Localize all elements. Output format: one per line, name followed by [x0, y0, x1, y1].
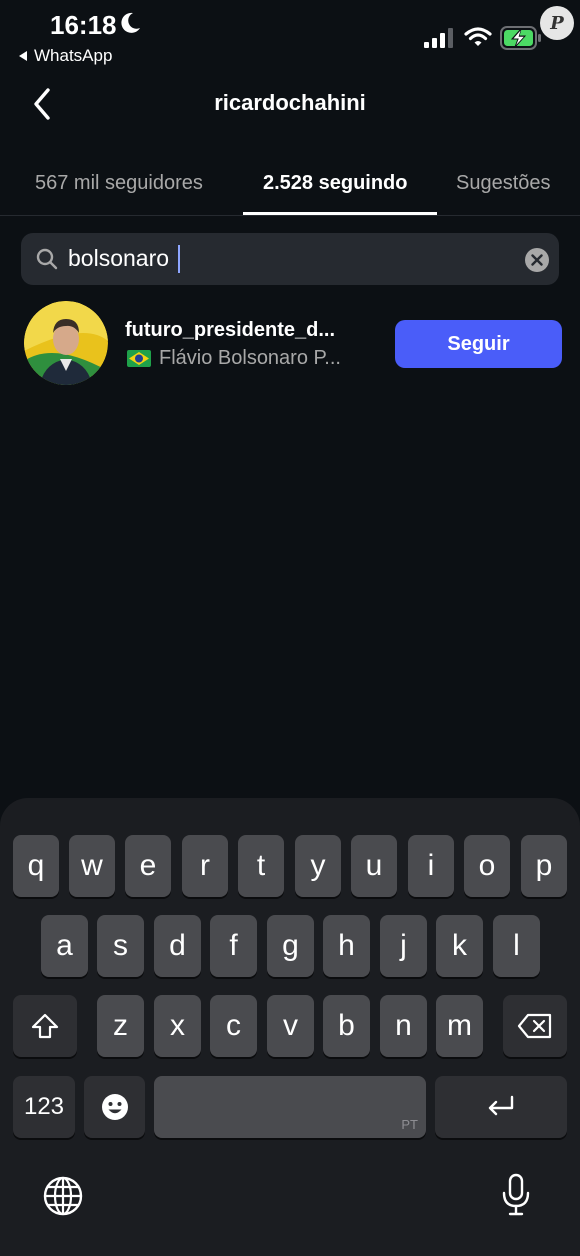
key-x[interactable]: x — [154, 995, 201, 1057]
key-b[interactable]: b — [323, 995, 370, 1057]
battery-charging-icon — [500, 26, 541, 50]
result-fullname: Flávio Bolsonaro P... — [159, 347, 341, 369]
key-c[interactable]: c — [210, 995, 257, 1057]
page-title: ricardochahini — [214, 90, 366, 115]
key-i[interactable]: i — [408, 835, 454, 897]
globe-icon[interactable] — [42, 1175, 84, 1217]
result-username[interactable]: futuro_presidente_d... — [125, 319, 335, 342]
emoji-icon — [101, 1094, 128, 1120]
backspace-key[interactable] — [503, 995, 567, 1057]
back-app-label: WhatsApp — [34, 46, 113, 65]
cellular-signal-icon — [424, 28, 453, 48]
back-triangle-icon — [19, 51, 27, 61]
search-input-value[interactable]: bolsonaro — [68, 245, 169, 272]
shift-key[interactable] — [13, 995, 77, 1057]
keyboard: q w e r t y u i o p a s d f g h j k l z … — [0, 798, 580, 1256]
key-v[interactable]: v — [267, 995, 314, 1057]
search-icon — [36, 248, 58, 270]
key-y[interactable]: y — [295, 835, 341, 897]
key-e[interactable]: e — [125, 835, 171, 897]
key-n[interactable]: n — [380, 995, 427, 1057]
avatar[interactable] — [24, 301, 108, 385]
key-t[interactable]: t — [238, 835, 284, 897]
return-key[interactable] — [435, 1076, 567, 1138]
moon-icon — [121, 12, 140, 33]
status-time: 16:18 — [50, 10, 117, 40]
space-key[interactable]: PT — [154, 1076, 426, 1138]
shift-icon — [31, 1013, 59, 1039]
key-o[interactable]: o — [464, 835, 510, 897]
result-fullname-row: Flávio Bolsonaro P... — [127, 347, 341, 370]
key-g[interactable]: g — [267, 915, 314, 977]
key-w[interactable]: w — [69, 835, 115, 897]
microphone-icon[interactable] — [500, 1173, 532, 1217]
back-to-app-link[interactable]: WhatsApp — [18, 46, 112, 66]
key-a[interactable]: a — [41, 915, 88, 977]
key-m[interactable]: m — [436, 995, 483, 1057]
key-p[interactable]: p — [521, 835, 567, 897]
key-u[interactable]: u — [351, 835, 397, 897]
key-r[interactable]: r — [182, 835, 228, 897]
follow-button[interactable]: Seguir — [395, 320, 562, 368]
text-cursor — [178, 245, 180, 273]
key-q[interactable]: q — [13, 835, 59, 897]
key-s[interactable]: s — [97, 915, 144, 977]
tab-suggestions[interactable]: Sugestões — [456, 172, 551, 195]
wifi-icon — [464, 27, 492, 46]
numbers-key[interactable]: 123 — [13, 1076, 75, 1138]
backspace-icon — [517, 1013, 552, 1039]
clear-search-icon[interactable] — [524, 247, 550, 273]
watermark-logo: P — [540, 6, 574, 40]
tab-following[interactable]: 2.528 seguindo — [263, 172, 408, 195]
key-h[interactable]: h — [323, 915, 370, 977]
space-language-hint: PT — [401, 1117, 418, 1132]
tab-divider — [0, 215, 580, 216]
key-k[interactable]: k — [436, 915, 483, 977]
key-j[interactable]: j — [380, 915, 427, 977]
return-icon — [488, 1095, 514, 1116]
brazil-flag-icon — [127, 350, 151, 367]
key-d[interactable]: d — [154, 915, 201, 977]
emoji-key[interactable] — [84, 1076, 145, 1138]
key-l[interactable]: l — [493, 915, 540, 977]
tab-followers[interactable]: 567 mil seguidores — [35, 172, 203, 195]
key-f[interactable]: f — [210, 915, 257, 977]
key-z[interactable]: z — [97, 995, 144, 1057]
